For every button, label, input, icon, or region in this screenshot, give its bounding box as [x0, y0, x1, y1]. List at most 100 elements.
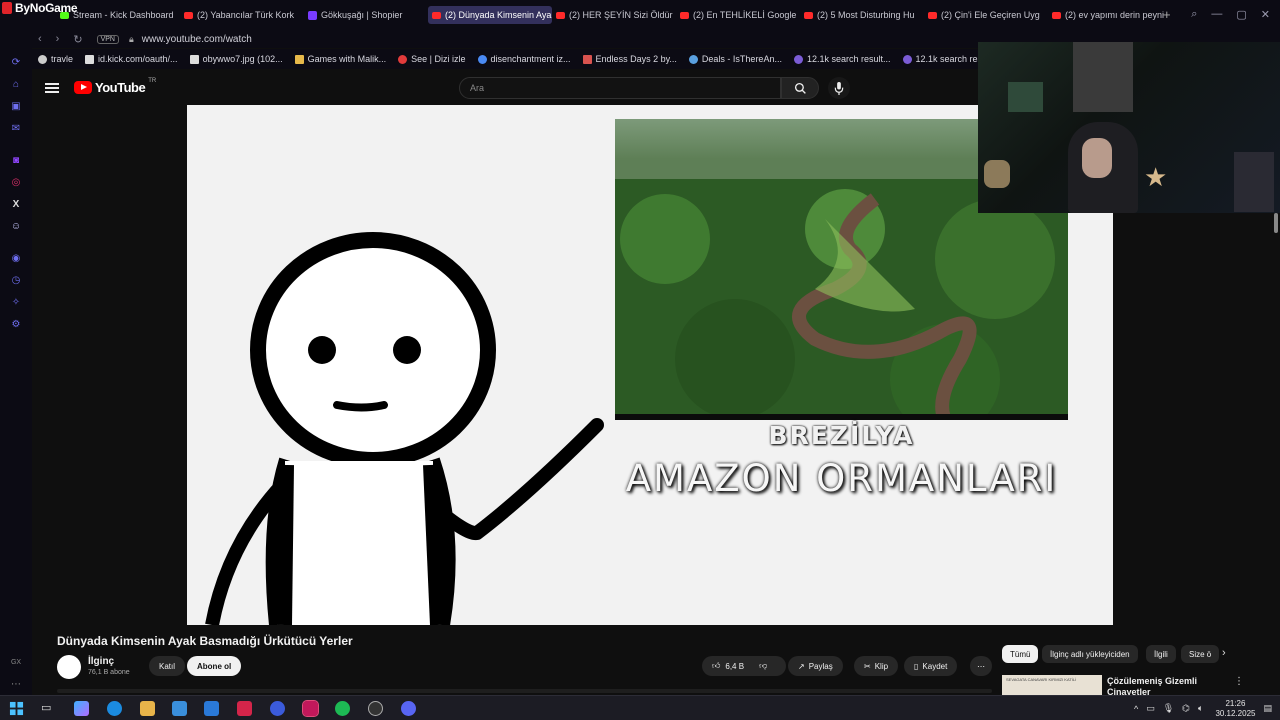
volume-icon[interactable]: 🔈︎ — [1198, 703, 1203, 714]
tab-youtube-5[interactable]: (2) Çin'i Ele Geçiren Uyg — [924, 6, 1048, 24]
tab-youtube-active[interactable]: (2) Dünyada Kimsenin Aya — [428, 6, 552, 24]
chip-for-you[interactable]: Size ö — [1181, 645, 1220, 663]
extensions-icon[interactable]: ✧ — [10, 296, 22, 308]
page-scrollbar[interactable] — [1274, 213, 1278, 233]
youtube-icon — [556, 11, 565, 19]
join-button[interactable]: Katıl — [149, 656, 186, 676]
settings-gear-icon[interactable]: ⚙ — [10, 318, 22, 330]
twitch-icon[interactable]: ◙ — [10, 154, 22, 166]
sidebar-more-icon[interactable]: ⋯ — [10, 678, 22, 690]
opera-logo-icon — [2, 2, 12, 14]
chip-from-uploader[interactable]: İlginç adlı yükleyiciden — [1042, 645, 1138, 663]
tab-youtube-1[interactable]: (2) Yabancılar Türk Kork — [180, 6, 304, 24]
mail-icon[interactable]: ✉ — [10, 122, 22, 134]
player-icon[interactable]: ◉ — [10, 252, 22, 264]
shopping-icon[interactable]: ⌂ — [10, 78, 22, 90]
chevron-right-icon[interactable]: › — [1222, 647, 1226, 659]
mail-app-icon[interactable] — [204, 701, 219, 716]
menu-icon[interactable] — [45, 83, 59, 93]
minimize-icon[interactable]: — — [1211, 8, 1222, 21]
like-button[interactable]: 👍︎ 6,4 B 👎︎ — [702, 656, 786, 676]
chip-all[interactable]: Tümü — [1002, 645, 1039, 663]
tab-youtube-6[interactable]: (2) ev yapımı derin peyni — [1048, 6, 1172, 24]
discord-app-icon[interactable] — [401, 701, 416, 716]
file-explorer-icon[interactable] — [140, 701, 155, 716]
bookmark-item[interactable]: id.kick.com/oauth/... — [79, 54, 184, 64]
clock[interactable]: 21:26 30.12.2025 — [1215, 699, 1255, 719]
youtube-icon — [432, 11, 441, 19]
valorant-icon[interactable] — [237, 701, 252, 716]
close-icon[interactable]: ✕ — [1261, 8, 1270, 21]
vpn-badge[interactable]: VPN — [96, 34, 119, 44]
save-button[interactable]: ▯ Kaydet — [904, 656, 958, 676]
new-tab-plus-icon[interactable]: + — [1163, 7, 1171, 22]
recommended-thumbnail[interactable]: SEVAGATA CANAVARI KIRMIZI KATİLİ — [1002, 675, 1102, 695]
mic-tray-icon[interactable]: 🎙︎ — [1163, 703, 1174, 714]
tab-youtube-4[interactable]: (2) 5 Most Disturbing Hu — [800, 6, 924, 24]
history-icon[interactable]: ◷ — [10, 274, 22, 286]
bookmark-item[interactable]: disenchantment iz... — [472, 54, 577, 64]
tab-kick-dashboard[interactable]: Stream - Kick Dashboard — [56, 6, 180, 24]
tab-shopier[interactable]: Gökkuşağı | Shopier — [304, 6, 428, 24]
description-bar[interactable] — [57, 689, 992, 693]
wall-posters — [1073, 42, 1133, 112]
opera-gx-icon[interactable] — [302, 700, 319, 717]
gx-icon[interactable]: GX — [10, 656, 22, 668]
copilot-icon[interactable] — [74, 701, 89, 716]
refresh-sync-icon[interactable]: ⟳ — [10, 56, 22, 68]
spotify-icon[interactable] — [335, 701, 350, 716]
notification-icon[interactable]: ▤ — [1263, 703, 1272, 714]
x-twitter-icon[interactable]: X — [10, 198, 22, 210]
youtube-icon — [928, 11, 937, 19]
tab-youtube-3[interactable]: (2) En TEHLİKELİ Google — [676, 6, 800, 24]
chip-related[interactable]: İlgili — [1146, 645, 1176, 663]
bookmark-label: obywwo7.jpg (102... — [202, 54, 283, 64]
voice-search-button[interactable] — [828, 77, 850, 99]
bookmark-label: See | Dizi izle — [411, 54, 466, 64]
share-button[interactable]: ↗ Paylaş — [788, 656, 843, 676]
bookmark-item[interactable]: Games with Malik... — [289, 54, 393, 64]
channel-avatar[interactable] — [57, 655, 81, 679]
app-icon[interactable] — [270, 701, 285, 716]
instagram-icon[interactable]: ◎ — [10, 176, 22, 188]
task-view-icon[interactable]: ▭ — [41, 701, 56, 716]
subscribe-button[interactable]: Abone ol — [187, 656, 242, 676]
search-button[interactable] — [781, 77, 819, 99]
wifi-icon[interactable]: ⌬ — [1182, 703, 1190, 714]
obs-icon[interactable] — [368, 701, 383, 716]
bookmark-item[interactable]: Deals - IsThereAn... — [683, 54, 788, 64]
discord-icon[interactable]: ☺ — [10, 220, 22, 232]
reload-icon[interactable]: ↻ — [73, 33, 82, 46]
more-actions-button[interactable]: ⋯ — [970, 656, 992, 676]
bookmark-label: Deals - IsThereAn... — [701, 54, 782, 64]
gamepad-icon[interactable]: ▣ — [10, 100, 22, 112]
search-input[interactable]: Ara — [459, 77, 781, 99]
dislike-icon[interactable]: 👎︎ — [759, 661, 767, 671]
tray-chevron-icon[interactable]: ^ — [1134, 704, 1138, 714]
channel-name[interactable]: İlginç — [88, 656, 114, 667]
maximize-icon[interactable]: ▢ — [1236, 8, 1246, 21]
bookmark-item[interactable]: obywwo7.jpg (102... — [184, 54, 289, 64]
bookmark-label: disenchantment iz... — [490, 54, 571, 64]
bookmark-item[interactable]: travle — [32, 54, 79, 64]
edge-icon[interactable] — [107, 701, 122, 716]
purple-icon — [902, 54, 912, 64]
bookmark-item[interactable]: 12.1k search result... — [788, 54, 897, 64]
forward-arrow-icon[interactable]: › — [56, 33, 60, 46]
lock-icon[interactable]: 🔒︎ — [129, 34, 134, 45]
clip-button[interactable]: ✂ Klip — [854, 656, 899, 676]
search-tabs-icon[interactable]: ⌕ — [1191, 8, 1197, 21]
windows-start-icon[interactable] — [9, 701, 24, 716]
bookmark-label: Endless Days 2 by... — [595, 54, 677, 64]
bookmark-item[interactable]: Endless Days 2 by... — [577, 54, 683, 64]
bookmark-item[interactable]: See | Dizi izle — [392, 54, 471, 64]
tab-youtube-2[interactable]: (2) HER ŞEYİN Sizi Öldür — [552, 6, 676, 24]
bookmark-label: travle — [51, 54, 74, 64]
scissors-icon: ✂ — [864, 661, 871, 671]
recommended-more-icon[interactable]: ⋮ — [1234, 676, 1244, 687]
youtube-logo[interactable]: YouTube TR — [74, 78, 156, 95]
store-icon[interactable] — [172, 701, 187, 716]
back-arrow-icon[interactable]: ‹ — [38, 33, 42, 46]
url-field[interactable]: www.youtube.com/watch — [142, 34, 252, 45]
battery-icon[interactable]: ▭ — [1146, 703, 1155, 714]
